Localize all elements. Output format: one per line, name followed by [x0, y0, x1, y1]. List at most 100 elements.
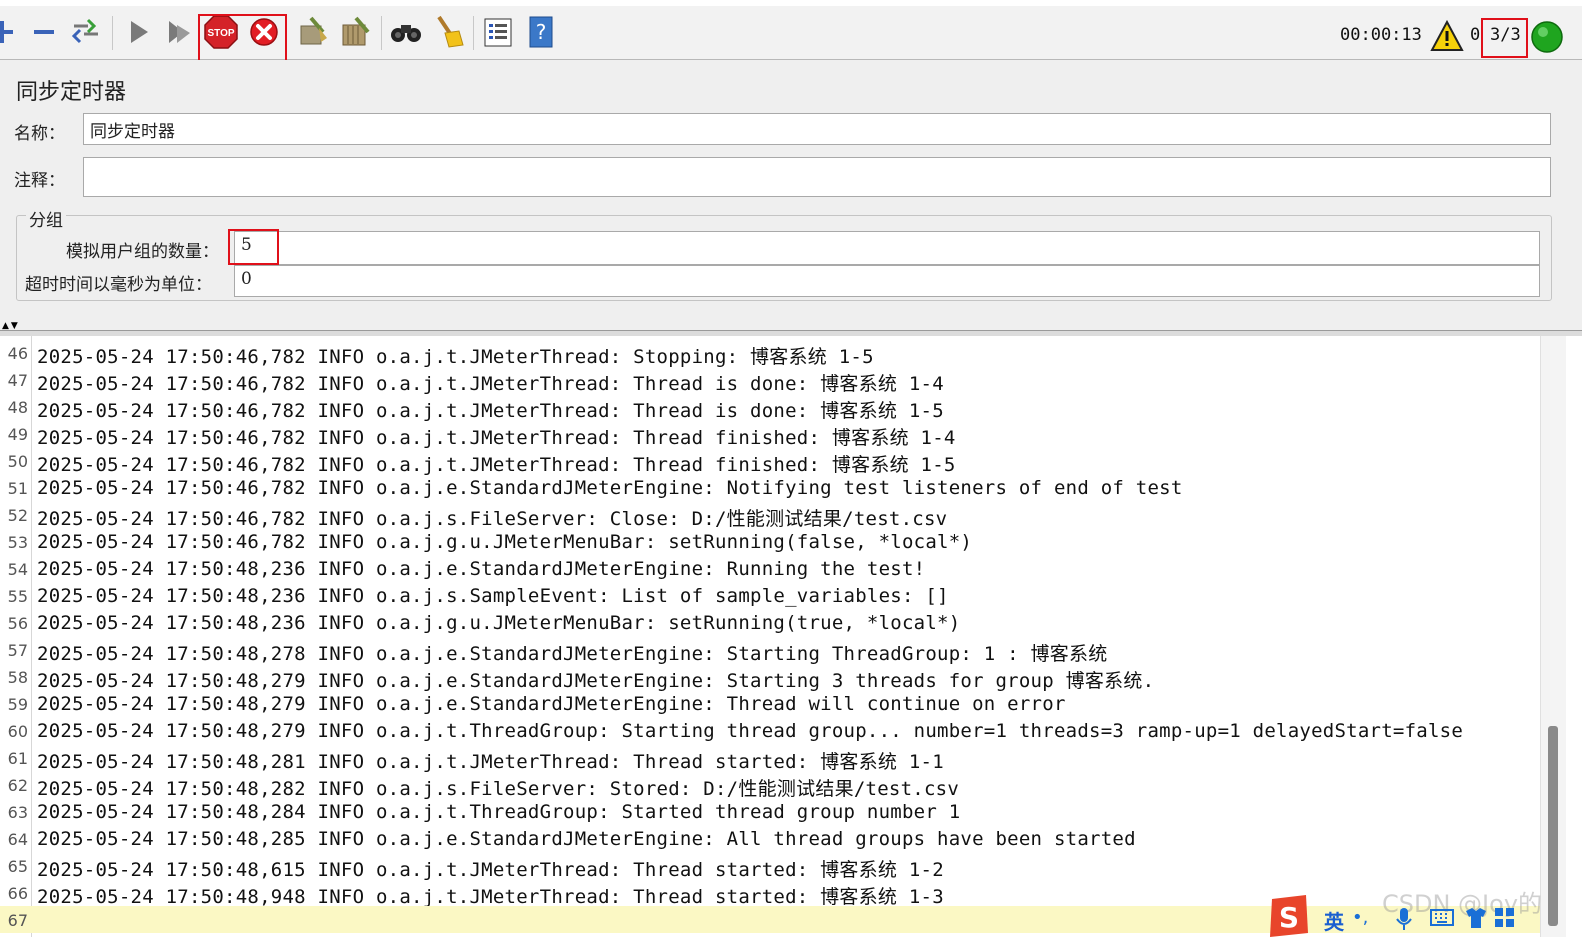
name-field[interactable]: 同步定时器 [83, 113, 1551, 145]
log-line: 58 2025-05-24 17:50:48,279 INFO o.a.j.e.S… [0, 663, 1540, 692]
log-text: 2025-05-24 17:50:46,782 INFO o.a.j.t.JMe… [37, 400, 944, 422]
log-line: 61 2025-05-24 17:50:48,281 INFO o.a.j.t.J… [0, 744, 1540, 773]
log-line: 60 2025-05-24 17:50:48,279 INFO o.a.j.t.T… [0, 717, 1540, 744]
ime-language[interactable]: 英 [1324, 906, 1344, 935]
start-no-pause-icon[interactable] [160, 14, 196, 50]
line-number: 58 [7, 668, 28, 687]
log-line: 55 2025-05-24 17:50:48,236 INFO o.a.j.s.S… [0, 582, 1540, 609]
line-number: 59 [7, 695, 28, 714]
line-number: 62 [7, 776, 28, 795]
collapse-icon[interactable] [26, 14, 62, 50]
log-line: 46 2025-05-24 17:50:46,782 INFO o.a.j.t.J… [0, 339, 1540, 368]
ime-apps-icon[interactable] [1494, 907, 1516, 934]
reset-search-icon[interactable] [431, 14, 467, 50]
line-number: 47 [7, 371, 28, 390]
line-number: 54 [7, 560, 28, 579]
log-viewer[interactable]: 46 2025-05-24 17:50:46,782 INFO o.a.j.t.J… [0, 336, 1582, 937]
log-text: 2025-05-24 17:50:48,236 INFO o.a.j.e.Sta… [37, 558, 926, 580]
line-number: 52 [7, 506, 28, 525]
line-number: 60 [7, 722, 28, 741]
toolbar: STOP ? 00:00:13 0 3/3 [0, 0, 1582, 64]
log-text: 2025-05-24 17:50:48,284 INFO o.a.j.t.Thr… [37, 801, 961, 823]
log-text: 2025-05-24 17:50:48,236 INFO o.a.j.s.Sam… [37, 585, 949, 607]
ime-punctuation-icon[interactable]: •, [1352, 907, 1368, 928]
log-text: 2025-05-24 17:50:48,279 INFO o.a.j.e.Sta… [37, 693, 1066, 715]
search-icon[interactable] [388, 14, 424, 50]
log-text: 2025-05-24 17:50:48,279 INFO o.a.j.t.Thr… [37, 720, 1464, 742]
toolbar-separator [473, 16, 474, 50]
line-number: 53 [7, 533, 28, 552]
line-number: 61 [7, 749, 28, 768]
log-text: 2025-05-24 17:50:46,782 INFO o.a.j.g.u.J… [37, 531, 973, 553]
log-text: 2025-05-24 17:50:48,615 INFO o.a.j.t.JMe… [37, 859, 944, 881]
log-line: 49 2025-05-24 17:50:46,782 INFO o.a.j.t.J… [0, 420, 1540, 449]
log-line: 59 2025-05-24 17:50:48,279 INFO o.a.j.e.S… [0, 690, 1540, 717]
page-title: 同步定时器 [16, 80, 127, 105]
log-text: 2025-05-24 17:50:46,782 INFO o.a.j.t.JMe… [37, 373, 944, 395]
start-icon[interactable] [120, 14, 156, 50]
line-number: 63 [7, 803, 28, 822]
timeout-field[interactable]: 0 [234, 265, 1540, 297]
line-number: 51 [7, 479, 28, 498]
line-number: 65 [7, 857, 28, 876]
log-text: 2025-05-24 17:50:48,281 INFO o.a.j.t.JMe… [37, 751, 944, 773]
clear-all-icon[interactable] [338, 14, 374, 50]
line-number: 64 [7, 830, 28, 849]
log-text: 2025-05-24 17:50:46,782 INFO o.a.j.t.JMe… [37, 346, 874, 368]
log-line: 63 2025-05-24 17:50:48,284 INFO o.a.j.t.T… [0, 798, 1540, 825]
log-line: 64 2025-05-24 17:50:48,285 INFO o.a.j.e.S… [0, 825, 1540, 852]
warning-icon[interactable] [1430, 19, 1464, 56]
timeout-label: 超时时间以毫秒为单位： [25, 275, 212, 295]
line-number: 56 [7, 614, 28, 633]
expand-icon[interactable] [0, 14, 22, 50]
line-number: 48 [7, 398, 28, 417]
log-line: 65 2025-05-24 17:50:48,615 INFO o.a.j.t.J… [0, 852, 1540, 881]
toolbar-separator [381, 16, 382, 50]
users-count-field[interactable]: 5 [234, 231, 1540, 265]
ime-toolbar: S 英 •, [1266, 893, 1566, 937]
comment-label: 注释： [14, 171, 65, 191]
log-line: 50 2025-05-24 17:50:46,782 INFO o.a.j.t.J… [0, 447, 1540, 476]
active-threads-highlight [1481, 18, 1528, 58]
name-label: 名称： [14, 124, 65, 144]
log-line: 53 2025-05-24 17:50:46,782 INFO o.a.j.g.u… [0, 528, 1540, 555]
log-line: 56 2025-05-24 17:50:48,236 INFO o.a.j.g.u… [0, 609, 1540, 636]
ime-microphone-icon[interactable] [1396, 907, 1412, 936]
group-legend: 分组 [26, 206, 66, 231]
clear-icon[interactable] [295, 14, 331, 50]
log-line: 62 2025-05-24 17:50:48,282 INFO o.a.j.s.F… [0, 771, 1540, 800]
log-text: 2025-05-24 17:50:48,948 INFO o.a.j.t.JMe… [37, 886, 944, 908]
function-helper-icon[interactable] [480, 14, 516, 50]
line-number: 66 [7, 884, 28, 903]
toggle-icon[interactable] [68, 14, 104, 50]
log-text: 2025-05-24 17:50:46,782 INFO o.a.j.e.Sta… [37, 477, 1183, 499]
line-number: 46 [7, 344, 28, 363]
toolbar-separator [112, 16, 113, 50]
svg-text:S: S [1279, 901, 1299, 934]
elapsed-time: 00:00:13 [1340, 25, 1422, 45]
log-line: 47 2025-05-24 17:50:46,782 INFO o.a.j.t.J… [0, 366, 1540, 395]
log-line: 54 2025-05-24 17:50:48,236 INFO o.a.j.e.S… [0, 555, 1540, 582]
ime-skin-icon[interactable] [1464, 907, 1488, 934]
line-number: 49 [7, 425, 28, 444]
help-icon[interactable]: ? [523, 14, 559, 50]
log-text: 2025-05-24 17:50:46,782 INFO o.a.j.t.JMe… [37, 427, 956, 449]
line-number: 50 [7, 452, 28, 471]
log-line: 48 2025-05-24 17:50:46,782 INFO o.a.j.t.J… [0, 393, 1540, 422]
comment-field[interactable] [83, 157, 1551, 197]
running-status-icon [1530, 20, 1564, 58]
line-number: 57 [7, 641, 28, 660]
error-count: 0 [1470, 25, 1481, 45]
sync-timer-panel: 同步定时器 名称： 同步定时器 注释： 分组 模拟用户组的数量： 5 超时时间以… [0, 60, 1582, 330]
ime-keyboard-icon[interactable] [1430, 907, 1454, 932]
ime-logo-icon[interactable]: S [1266, 893, 1312, 937]
stop-buttons-highlight [198, 14, 287, 64]
log-line: 52 2025-05-24 17:50:46,782 INFO o.a.j.s.F… [0, 501, 1540, 530]
line-number: 67 [7, 911, 28, 930]
log-text: 2025-05-24 17:50:48,236 INFO o.a.j.g.u.J… [37, 612, 961, 634]
log-line: 57 2025-05-24 17:50:48,278 INFO o.a.j.e.S… [0, 636, 1540, 665]
log-text: 2025-05-24 17:50:48,285 INFO o.a.j.e.Sta… [37, 828, 1136, 850]
log-line: 51 2025-05-24 17:50:46,782 INFO o.a.j.e.S… [0, 474, 1540, 501]
log-text: 2025-05-24 17:50:48,282 INFO o.a.j.s.Fil… [37, 778, 960, 800]
line-number: 55 [7, 587, 28, 606]
